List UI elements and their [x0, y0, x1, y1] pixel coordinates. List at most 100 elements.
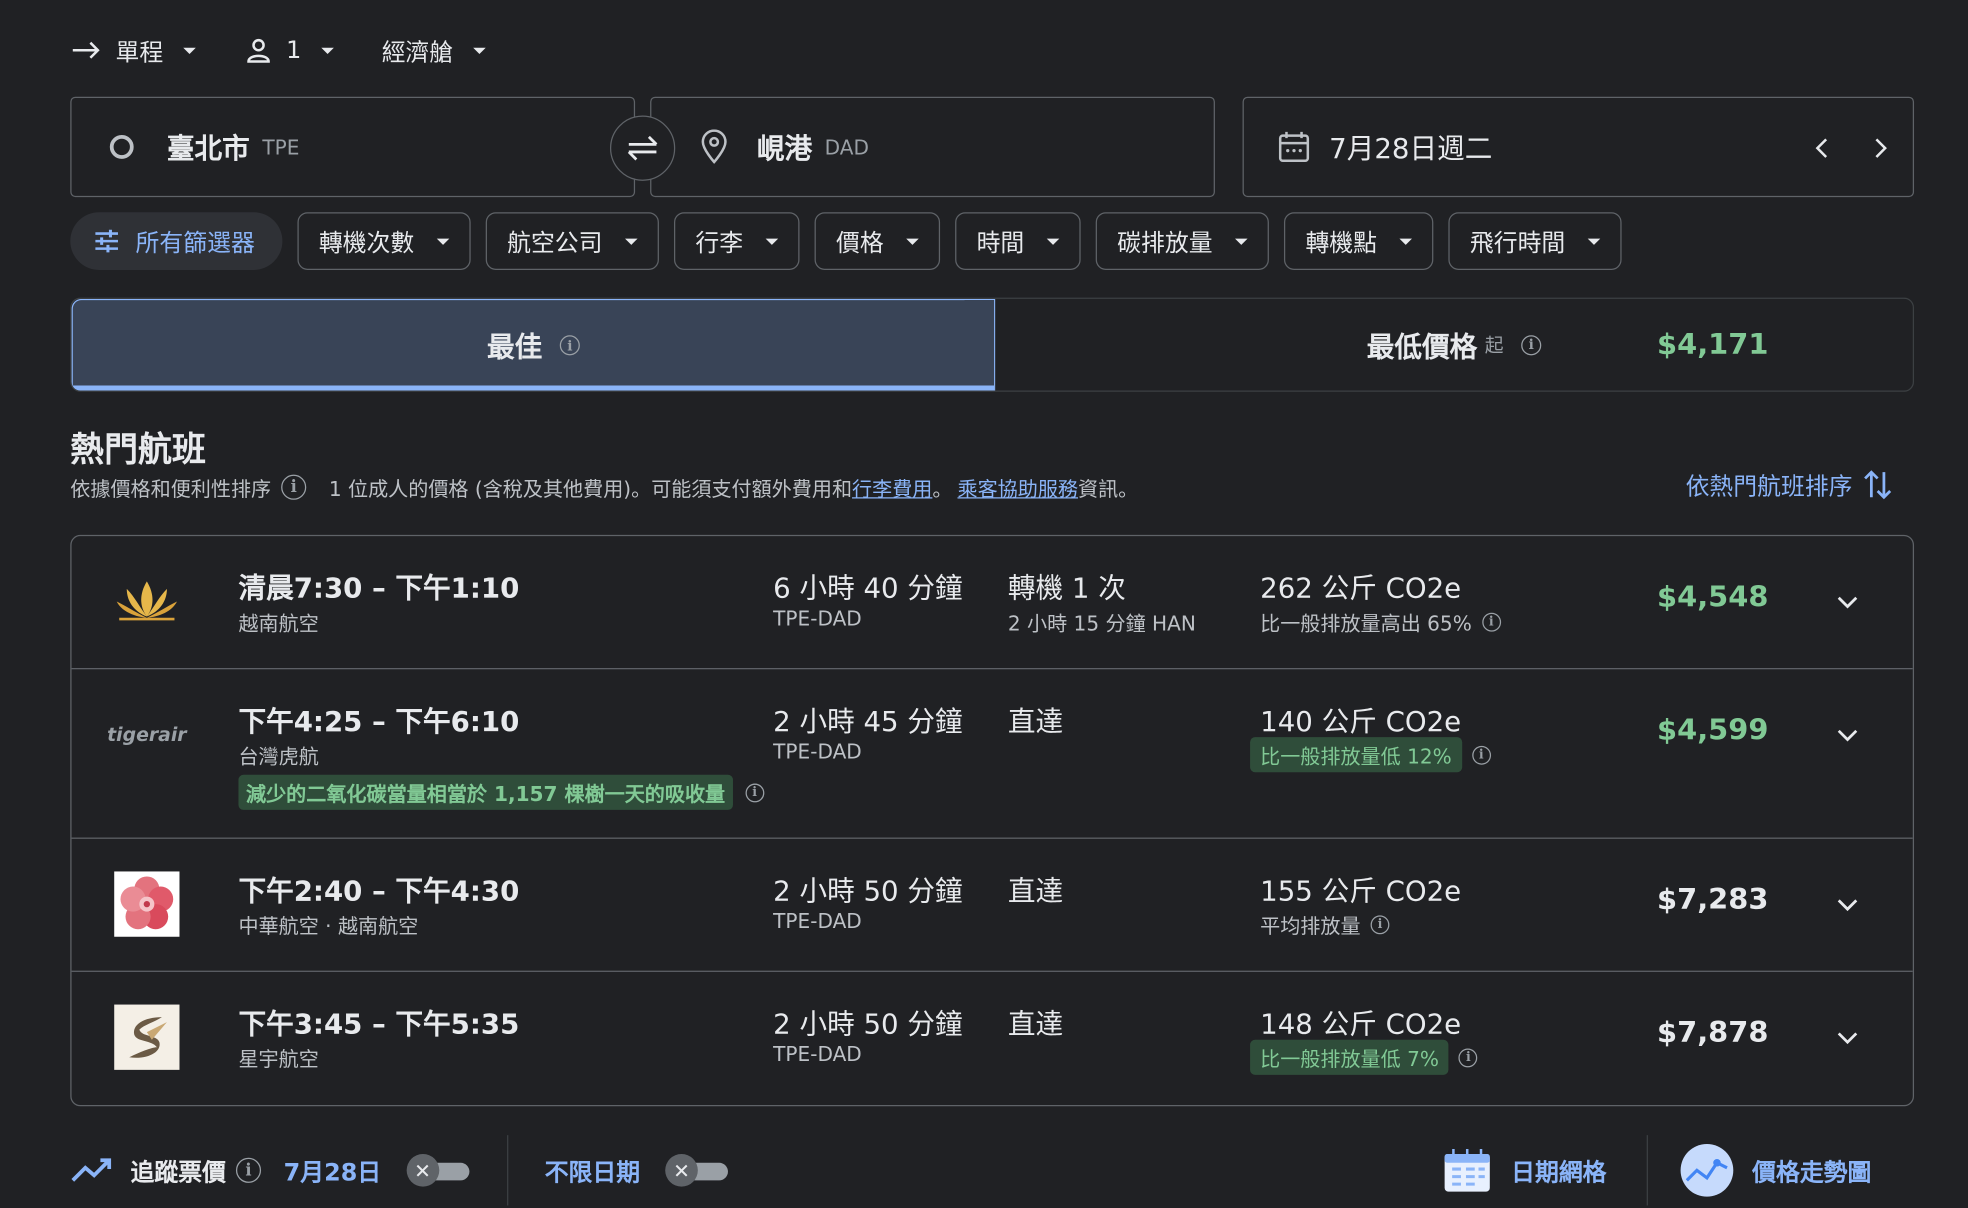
chevron-down-icon[interactable] [1832, 1022, 1862, 1052]
flight-route: TPE-DAD [773, 606, 862, 631]
section-subtitle: 依據價格和便利性排序 i 1 位成人的價格 (含稅及其他費用)。可能須支付額外費… [70, 472, 1138, 502]
eco-badge-text: 減少的二氧化碳當量相當於 1,157 棵樹一天的吸收量 [238, 774, 733, 810]
cheapest-from: 起 [1484, 334, 1504, 357]
info-icon[interactable]: i [559, 335, 580, 356]
price-note: 1 位成人的價格 (含稅及其他費用)。可能須支付額外費用和 [328, 477, 853, 502]
flight-route: TPE-DAD [773, 909, 862, 933]
filter-duration[interactable]: 飛行時間 [1448, 212, 1622, 270]
all-filters-label: 所有篩選器 [135, 229, 255, 257]
tab-cheapest[interactable]: 最低價格 $4,171 起 i [995, 299, 1912, 391]
caret-down-icon [183, 47, 196, 54]
date-grid-button[interactable]: 日期網格 [1441, 1133, 1607, 1208]
destination-field[interactable]: 峴港 DAD [650, 96, 1215, 198]
filter-bags[interactable]: 行李 [674, 212, 800, 270]
any-dates-toggle[interactable]: ✕ [665, 1153, 728, 1187]
tab-cheapest-label: 最低價格 [1366, 332, 1478, 364]
passenger-assistance-link[interactable]: 乘客協助服務 [958, 472, 1079, 502]
divider [1646, 1135, 1648, 1206]
chevron-down-icon[interactable] [1832, 889, 1862, 919]
tab-best[interactable]: 最佳 i [71, 298, 996, 391]
chevron-right-icon[interactable] [1865, 133, 1895, 163]
tab-best-label: 最佳 [486, 332, 543, 365]
price-graph-icon [1680, 1143, 1734, 1197]
sort-by-button[interactable]: 依熱門航班排序 [1686, 467, 1893, 502]
destination-city: 峴港 [756, 134, 813, 166]
airline-name: 台灣虎航 [238, 744, 319, 769]
chip-label: 行李 [695, 229, 744, 257]
info-icon[interactable]: i [281, 474, 307, 500]
lotus-logo-icon [116, 581, 177, 621]
co2-amount: 148 公斤 CO2e [1260, 1009, 1462, 1041]
co2-note-text: 平均排放量 [1260, 914, 1361, 939]
track-date-toggle[interactable]: ✕ [406, 1153, 470, 1187]
flight-row[interactable]: 清晨7:30 – 下午1:10 越南航空 6 小時 40 分鐘 TPE-DAD … [71, 536, 1913, 670]
co2-note-text: 比一般排放量高出 65% [1260, 611, 1472, 636]
sort-by-label: 依熱門航班排序 [1685, 472, 1853, 501]
cabin-select[interactable]: 經濟艙 [382, 25, 486, 75]
caret-down-icon [1587, 237, 1601, 245]
origin-field[interactable]: 臺北市 TPE [70, 96, 636, 198]
flight-duration: 2 小時 50 分鐘 [773, 1009, 963, 1041]
flight-times: 下午4:25 – 下午6:10 [238, 706, 520, 739]
filter-airlines[interactable]: 航空公司 [485, 212, 659, 270]
date-nav [1807, 98, 1895, 198]
destination-code: DAD [824, 134, 869, 159]
flight-price: $4,548 [1657, 581, 1769, 615]
layover-info: 2 小時 15 分鐘 HAN [1007, 611, 1196, 636]
info-icon[interactable]: i [235, 1157, 262, 1183]
chevron-down-icon[interactable] [1832, 720, 1862, 750]
info-icon[interactable]: i [1459, 1047, 1478, 1067]
airline-name: 越南航空 [238, 611, 319, 636]
swap-button[interactable] [609, 115, 676, 181]
chevron-down-icon[interactable] [1832, 586, 1862, 616]
sort-note: 依據價格和便利性排序 [70, 477, 272, 502]
price-graph-button[interactable]: 價格走勢圖 [1679, 1133, 1871, 1208]
flight-row[interactable]: 下午2:40 – 下午4:30 中華航空 · 越南航空 2 小時 50 分鐘 T… [71, 839, 1913, 972]
co2-note-text: 比一般排放量低 7% [1250, 1039, 1449, 1075]
all-filters-button[interactable]: 所有篩選器 [70, 212, 283, 270]
filter-stops[interactable]: 轉機次數 [297, 212, 471, 270]
caret-down-icon [1046, 237, 1060, 245]
chevron-left-icon[interactable] [1807, 133, 1837, 163]
info-icon[interactable]: i [1481, 612, 1501, 631]
flight-price: $7,283 [1657, 884, 1769, 917]
caret-down-icon [765, 237, 779, 245]
trending-icon [71, 1158, 112, 1182]
filter-times[interactable]: 時間 [955, 212, 1081, 270]
filter-price[interactable]: 價格 [814, 212, 941, 270]
co2-note: 比一般排放量低 12% i [1250, 737, 1491, 773]
cabin-label: 經濟艙 [381, 38, 454, 66]
flight-row[interactable]: 下午3:45 – 下午5:35 星宇航空 2 小時 50 分鐘 TPE-DAD … [72, 972, 1913, 1105]
co2-note-text: 比一般排放量低 12% [1250, 737, 1462, 773]
flight-stops: 直達 [1007, 706, 1064, 739]
caret-down-icon [436, 237, 450, 245]
chip-label: 航空公司 [507, 229, 603, 257]
baggage-fees-link[interactable]: 行李費用 [852, 472, 932, 502]
flight-times: 清晨7:30 – 下午1:10 [238, 573, 520, 606]
passenger-select[interactable]: 1 [244, 25, 334, 75]
flight-list: 清晨7:30 – 下午1:10 越南航空 6 小時 40 分鐘 TPE-DAD … [70, 534, 1915, 1107]
flight-duration: 2 小時 50 分鐘 [773, 876, 963, 908]
location-pin-icon [701, 129, 727, 164]
info-icon[interactable]: i [1471, 745, 1491, 765]
filter-chips: 所有篩選器 轉機次數 航空公司 行李 價格 時間 碳排放量 轉機點 飛行時間 [70, 212, 1637, 270]
price-graph-label: 價格走勢圖 [1752, 1158, 1872, 1187]
info-icon[interactable]: i [1521, 334, 1542, 355]
info-icon[interactable]: i [1370, 914, 1390, 934]
date-field[interactable]: 7月28日週二 [1242, 96, 1915, 198]
caret-down-icon [321, 47, 334, 54]
info-icon[interactable]: i [745, 782, 765, 802]
starlux-logo-icon [129, 1017, 167, 1058]
date-grid-icon [1444, 1148, 1490, 1192]
chip-label: 碳排放量 [1117, 229, 1213, 257]
filter-connecting-airports[interactable]: 轉機點 [1284, 212, 1434, 270]
tigerair-logo-text: tigerair [107, 723, 187, 746]
filter-emissions[interactable]: 碳排放量 [1095, 212, 1270, 270]
airline-logo [114, 569, 179, 634]
caret-down-icon [906, 237, 919, 245]
close-icon: ✕ [406, 1153, 439, 1187]
flight-row[interactable]: tigerair 下午4:25 – 下午6:10 台灣虎航 減少的二氧化碳當量相… [71, 669, 1913, 839]
chip-label: 轉機次數 [318, 229, 415, 257]
airline-logo [114, 1004, 180, 1070]
trip-type-select[interactable]: 單程 [70, 25, 196, 75]
